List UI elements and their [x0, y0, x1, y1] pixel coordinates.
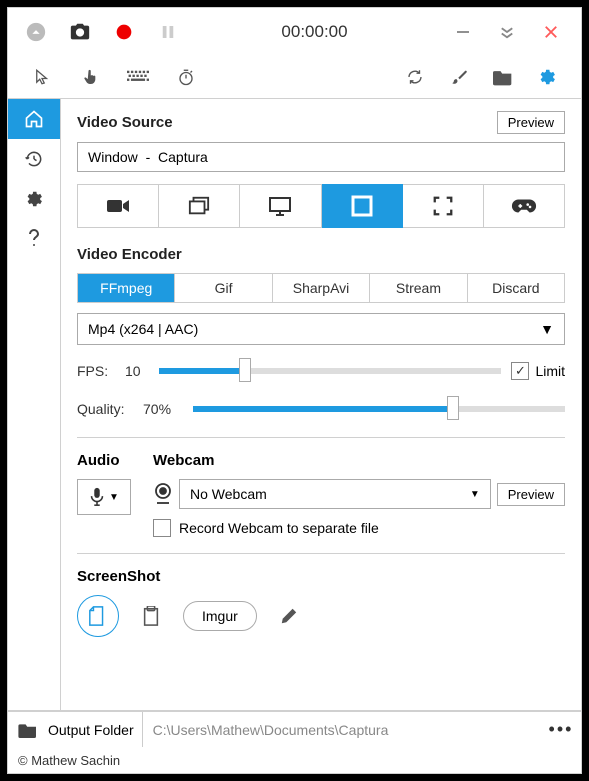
- sidebar-help[interactable]: [8, 219, 60, 259]
- webcam-title: Webcam: [153, 452, 565, 469]
- toolbar: [16, 56, 581, 98]
- audio-title: Audio: [77, 452, 131, 469]
- source-fullscreen[interactable]: [403, 184, 484, 228]
- titlebar: 00:00:00: [8, 8, 581, 56]
- quality-value: 70%: [143, 401, 183, 417]
- webcam-separate-label: Record Webcam to separate file: [179, 520, 379, 536]
- copyright-text: © Mathew Sachin: [8, 747, 581, 773]
- sidebar-home[interactable]: [8, 99, 60, 139]
- limit-label: Limit: [535, 363, 565, 379]
- tab-gif[interactable]: Gif: [174, 274, 271, 302]
- expand-down-button[interactable]: [485, 14, 529, 50]
- codec-select[interactable]: Mp4 (x264 | AAC) ▼: [77, 313, 565, 345]
- folder-open-button[interactable]: [489, 63, 517, 91]
- screenshot-disk-button[interactable]: [77, 595, 119, 637]
- tab-ffmpeg[interactable]: FFmpeg: [78, 274, 174, 302]
- output-folder-label: Output Folder: [48, 712, 143, 747]
- source-game[interactable]: [484, 184, 565, 228]
- fps-label: FPS:: [77, 363, 115, 379]
- collapse-button[interactable]: [16, 12, 56, 52]
- source-screen[interactable]: [240, 184, 321, 228]
- close-button[interactable]: [529, 14, 573, 50]
- chevron-down-icon: ▼: [470, 489, 480, 500]
- click-tool-button[interactable]: [76, 63, 104, 91]
- main-content: Video Source Preview Video Encoder FFmpe…: [60, 99, 581, 710]
- source-value-input[interactable]: [77, 142, 565, 172]
- fps-value: 10: [125, 363, 149, 379]
- output-folder-icon[interactable]: [8, 722, 48, 738]
- webcam-value: No Webcam: [190, 486, 267, 502]
- timer-display: 00:00:00: [192, 22, 437, 42]
- keystroke-tool-button[interactable]: [124, 63, 152, 91]
- refresh-button[interactable]: [401, 63, 429, 91]
- record-button[interactable]: [104, 12, 144, 52]
- screenshot-clipboard-button[interactable]: [133, 598, 169, 634]
- minimize-button[interactable]: [441, 14, 485, 50]
- timer-tool-button[interactable]: [172, 63, 200, 91]
- source-region[interactable]: [322, 184, 403, 228]
- sidebar: [8, 99, 60, 710]
- source-preview-button[interactable]: Preview: [497, 111, 565, 134]
- pause-button[interactable]: [148, 12, 188, 52]
- fps-slider[interactable]: [159, 359, 501, 383]
- chevron-down-icon: ▼: [540, 321, 554, 337]
- encoder-tabs: FFmpeg Gif SharpAvi Stream Discard: [77, 273, 565, 303]
- webcam-icon: [153, 483, 173, 505]
- source-windows[interactable]: [159, 184, 240, 228]
- tab-discard[interactable]: Discard: [467, 274, 564, 302]
- app-window: 00:00:00 Video Source Pre: [7, 7, 582, 774]
- cursor-tool-button[interactable]: [28, 63, 56, 91]
- sidebar-history[interactable]: [8, 139, 60, 179]
- screenshot-button[interactable]: [60, 12, 100, 52]
- webcam-select[interactable]: No Webcam ▼: [179, 479, 491, 509]
- output-folder-path[interactable]: C:\Users\Mathew\Documents\Captura: [143, 722, 541, 738]
- webcam-preview-button[interactable]: Preview: [497, 483, 565, 506]
- quality-label: Quality:: [77, 401, 133, 417]
- video-source-title: Video Source: [77, 114, 173, 131]
- footer-bar: Output Folder C:\Users\Mathew\Documents\…: [8, 711, 581, 747]
- codec-value: Mp4 (x264 | AAC): [88, 321, 198, 337]
- quality-slider[interactable]: [193, 397, 565, 421]
- webcam-separate-checkbox[interactable]: [153, 519, 171, 537]
- screenshot-imgur-button[interactable]: Imgur: [183, 601, 257, 631]
- settings-gear-button[interactable]: [533, 63, 561, 91]
- tab-stream[interactable]: Stream: [369, 274, 466, 302]
- audio-mic-button[interactable]: ▼: [77, 479, 131, 515]
- screenshot-edit-button[interactable]: [271, 598, 307, 634]
- chevron-down-icon: ▼: [109, 492, 119, 503]
- source-type-row: [77, 184, 565, 228]
- video-encoder-title: Video Encoder: [77, 246, 565, 263]
- brush-button[interactable]: [445, 63, 473, 91]
- screenshot-title: ScreenShot: [77, 568, 565, 585]
- source-camera[interactable]: [77, 184, 159, 228]
- sidebar-settings[interactable]: [8, 179, 60, 219]
- limit-checkbox[interactable]: ✓: [511, 362, 529, 380]
- tab-sharpavi[interactable]: SharpAvi: [272, 274, 369, 302]
- output-folder-more[interactable]: •••: [541, 719, 581, 740]
